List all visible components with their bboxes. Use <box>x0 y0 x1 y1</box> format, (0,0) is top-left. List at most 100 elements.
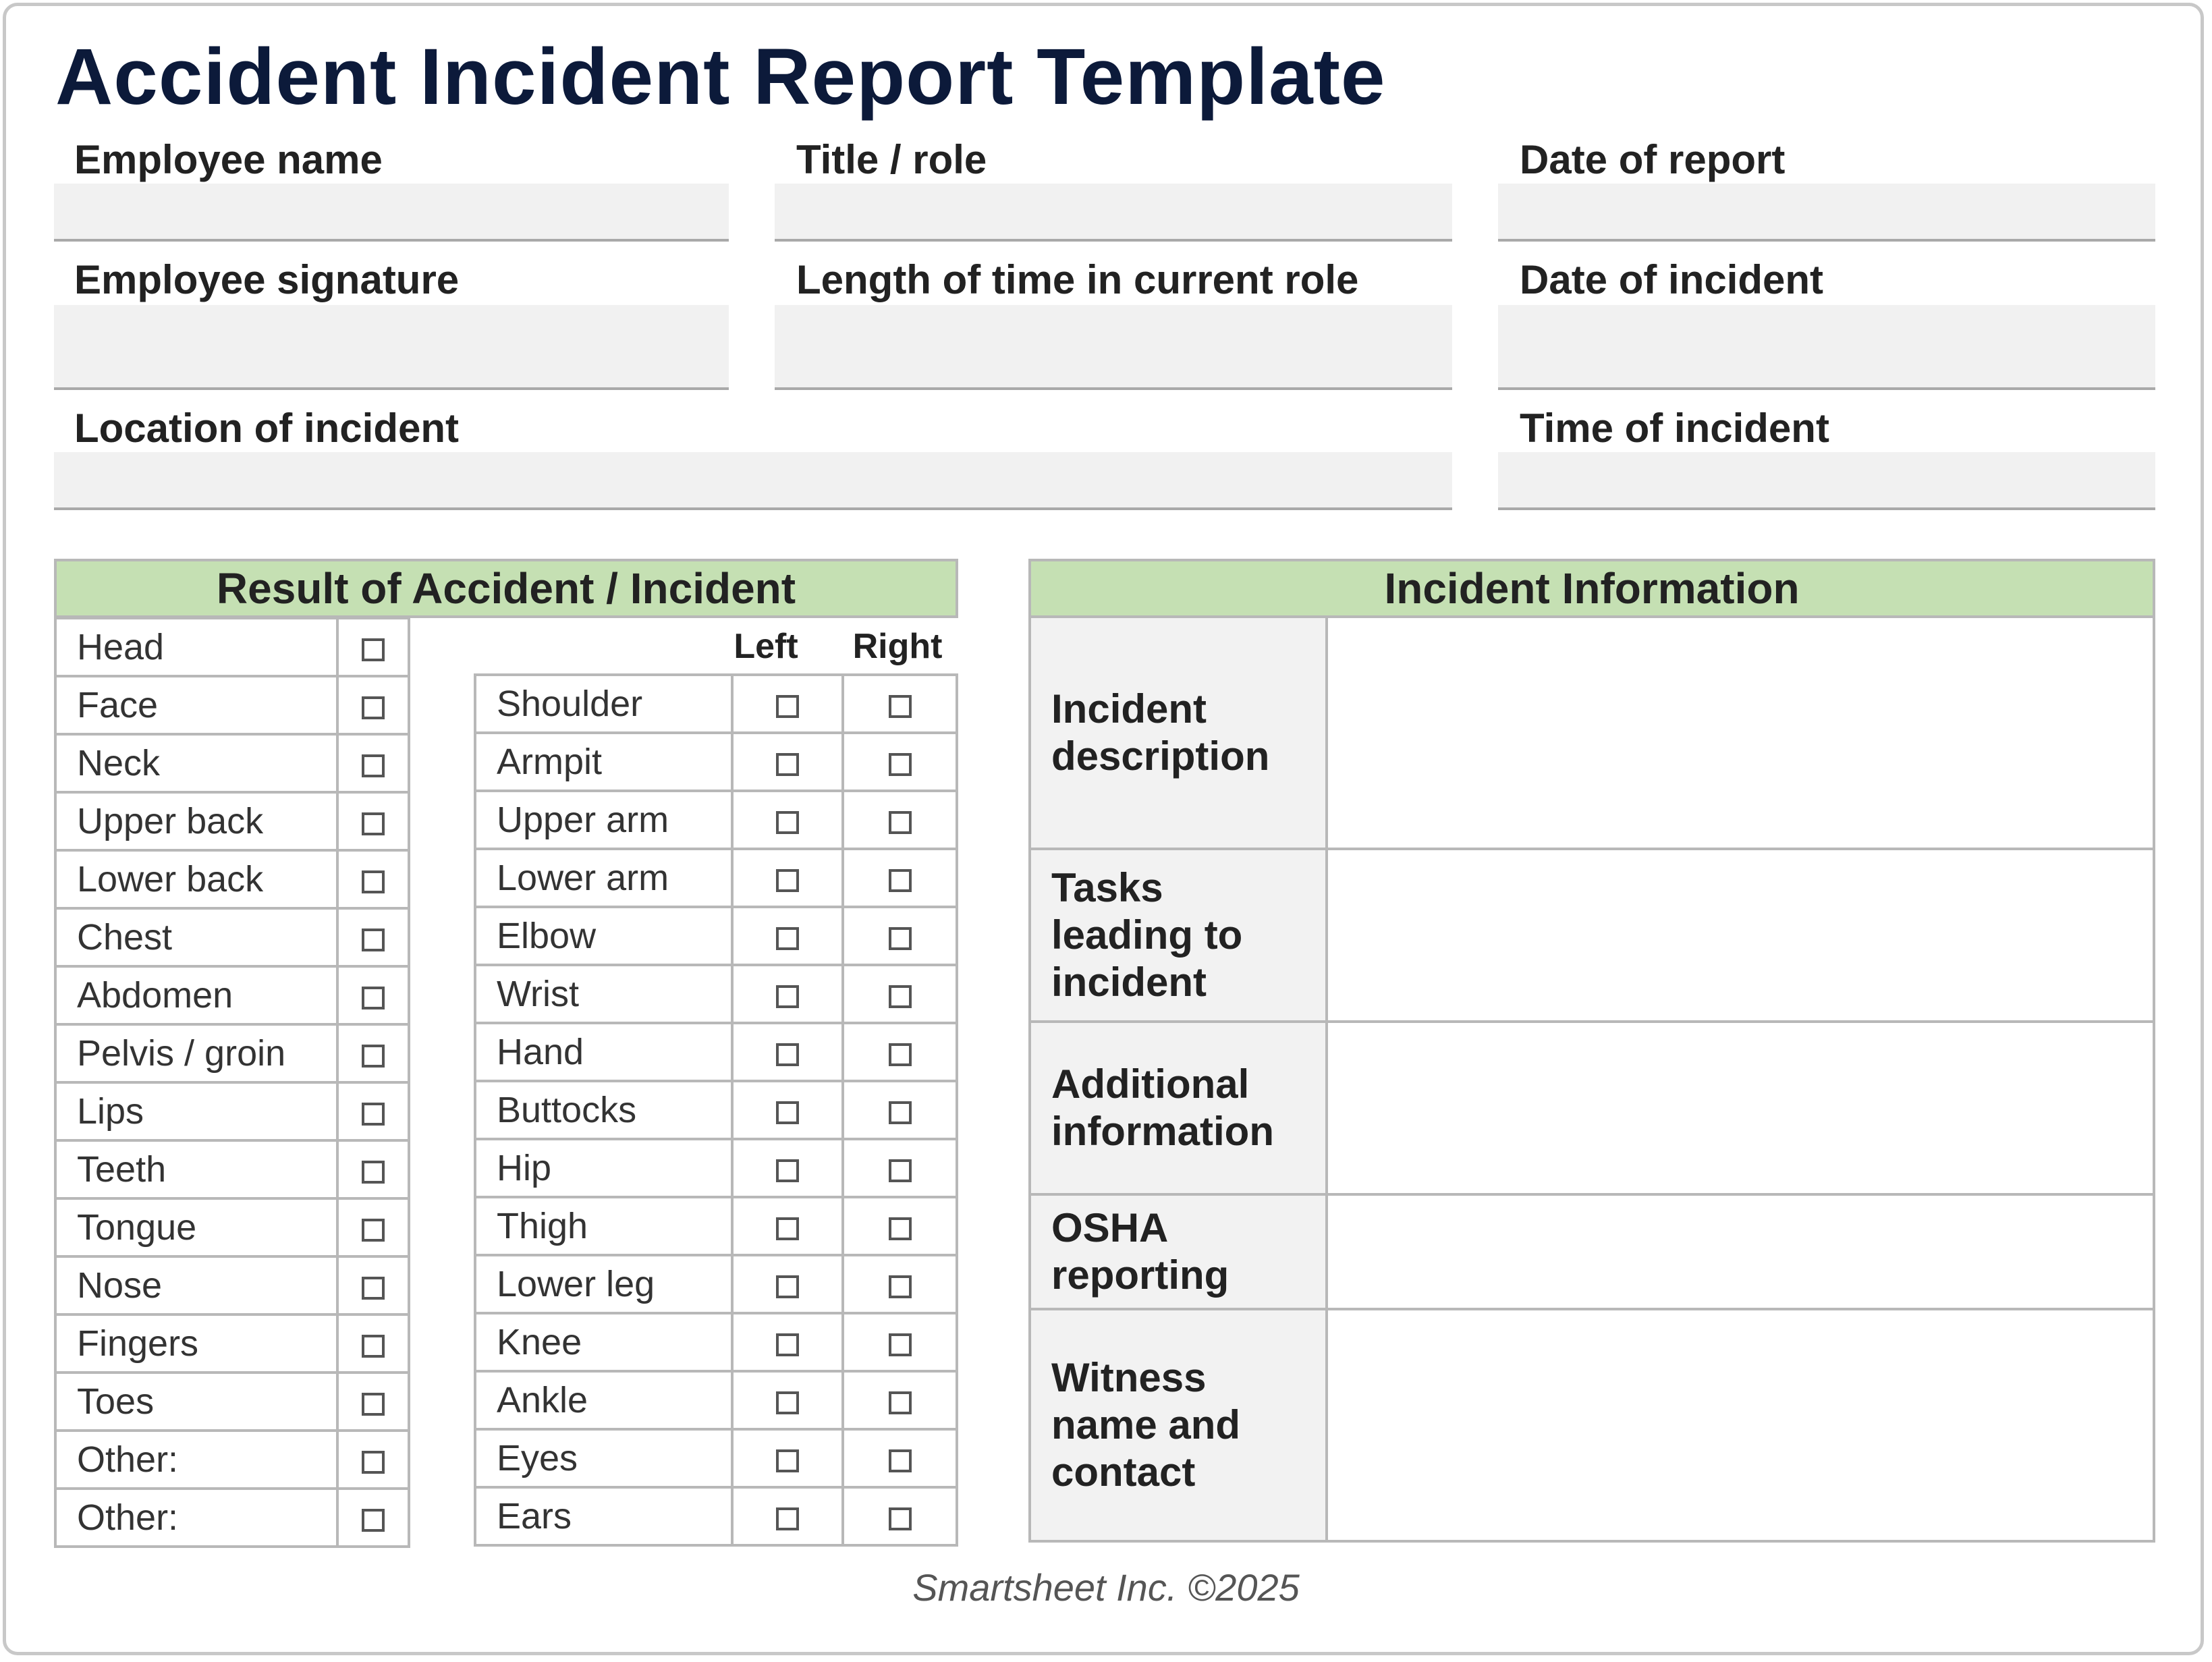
neck-2-checkbox[interactable] <box>361 754 385 777</box>
paired-item-row: Wrist <box>474 964 958 1024</box>
tongue-10-checkbox[interactable] <box>361 1218 385 1242</box>
lower-arm-left-checkbox[interactable] <box>776 868 800 892</box>
upper-arm-right-checkbox[interactable] <box>888 810 912 834</box>
face-1-checkbox[interactable] <box>361 696 385 719</box>
lower-leg-left-checkbox[interactable] <box>776 1275 800 1298</box>
hip-right-checkbox[interactable] <box>888 1159 912 1182</box>
paired-body-parts-table: Shoulder Armpit Upper arm Lower arm Elbow Wri… <box>474 673 958 1547</box>
knee-left-checkbox[interactable] <box>776 1333 800 1356</box>
single-item-row: Other: <box>54 1429 411 1490</box>
body-part-label: Ears <box>474 1486 734 1547</box>
eyes-left-checkbox[interactable] <box>776 1449 800 1472</box>
length-of-time-field[interactable] <box>775 305 1452 390</box>
lips-8-checkbox[interactable] <box>361 1102 385 1126</box>
incident-info-row: Additional information <box>1028 1020 2156 1196</box>
paired-item-row: Hip <box>474 1138 958 1198</box>
wrist-right-checkbox[interactable] <box>888 985 912 1008</box>
lower-arm-right-checkbox[interactable] <box>888 868 912 892</box>
single-item-row: Nose <box>54 1255 411 1316</box>
paired-item-row: Elbow <box>474 906 958 966</box>
toes-13-checkbox[interactable] <box>361 1392 385 1416</box>
single-item-row: Face <box>54 675 411 736</box>
teeth-9-checkbox[interactable] <box>361 1160 385 1184</box>
other-15-checkbox[interactable] <box>361 1508 385 1532</box>
location-of-incident-field[interactable] <box>54 452 1452 510</box>
eyes-right-checkbox[interactable] <box>888 1449 912 1472</box>
armpit-left-checkbox[interactable] <box>776 752 800 776</box>
pelvis-groin-7-checkbox[interactable] <box>361 1044 385 1068</box>
thigh-right-checkbox[interactable] <box>888 1217 912 1240</box>
head-0-checkbox[interactable] <box>361 638 385 661</box>
date-of-report-field[interactable] <box>1498 184 2155 242</box>
body-part-label: Buttocks <box>474 1080 734 1140</box>
incident-info-value-field[interactable] <box>1325 615 2156 850</box>
shoulder-right-checkbox[interactable] <box>888 694 912 718</box>
incident-info-row: OSHA reporting <box>1028 1193 2156 1310</box>
incident-info-label: Tasks leading to incident <box>1028 848 1328 1023</box>
elbow-left-checkbox[interactable] <box>776 926 800 950</box>
shoulder-left-checkbox[interactable] <box>776 694 800 718</box>
body-part-label: Upper back <box>54 791 339 852</box>
chest-5-checkbox[interactable] <box>361 928 385 951</box>
ankle-left-checkbox[interactable] <box>776 1391 800 1414</box>
body-part-label: Neck <box>54 733 339 794</box>
single-item-row: Toes <box>54 1371 411 1432</box>
body-part-label: Tongue <box>54 1197 339 1258</box>
fingers-12-checkbox[interactable] <box>361 1334 385 1358</box>
paired-item-row: Shoulder <box>474 673 958 734</box>
upper-back-3-checkbox[interactable] <box>361 812 385 835</box>
location-of-incident-label: Location of incident <box>74 406 459 451</box>
paired-item-row: Knee <box>474 1312 958 1373</box>
body-part-label: Upper arm <box>474 790 734 850</box>
ears-left-checkbox[interactable] <box>776 1507 800 1530</box>
hand-right-checkbox[interactable] <box>888 1043 912 1066</box>
body-part-label: Lower leg <box>474 1254 734 1314</box>
single-item-row: Upper back <box>54 791 411 852</box>
single-item-row: Teeth <box>54 1139 411 1200</box>
hand-left-checkbox[interactable] <box>776 1043 800 1066</box>
buttocks-left-checkbox[interactable] <box>776 1101 800 1124</box>
employee-signature-field[interactable] <box>54 305 729 390</box>
date-of-incident-field[interactable] <box>1498 305 2155 390</box>
buttocks-right-checkbox[interactable] <box>888 1101 912 1124</box>
incident-info-value-field[interactable] <box>1325 1193 2156 1310</box>
incident-info-value-field[interactable] <box>1325 1308 2156 1543</box>
wrist-left-checkbox[interactable] <box>776 985 800 1008</box>
employee-name-field[interactable] <box>54 184 729 242</box>
time-of-incident-field[interactable] <box>1498 452 2155 510</box>
single-item-row: Neck <box>54 733 411 794</box>
incident-info-value-field[interactable] <box>1325 848 2156 1023</box>
thigh-left-checkbox[interactable] <box>776 1217 800 1240</box>
elbow-right-checkbox[interactable] <box>888 926 912 950</box>
paired-item-row: Armpit <box>474 731 958 792</box>
paired-item-row: Eyes <box>474 1428 958 1489</box>
employee-name-label: Employee name <box>74 137 383 182</box>
upper-arm-left-checkbox[interactable] <box>776 810 800 834</box>
lower-back-4-checkbox[interactable] <box>361 870 385 893</box>
body-part-label: Face <box>54 675 339 736</box>
body-part-label: Hip <box>474 1138 734 1198</box>
paired-item-row: Hand <box>474 1022 958 1082</box>
incident-info-row: Tasks leading to incident <box>1028 848 2156 1023</box>
ears-right-checkbox[interactable] <box>888 1507 912 1530</box>
incident-info-row: Incident description <box>1028 615 2156 850</box>
abdomen-6-checkbox[interactable] <box>361 986 385 1009</box>
title-role-field[interactable] <box>775 184 1452 242</box>
hip-left-checkbox[interactable] <box>776 1159 800 1182</box>
knee-right-checkbox[interactable] <box>888 1333 912 1356</box>
result-section-header: Result of Accident / Incident <box>54 559 958 618</box>
ankle-right-checkbox[interactable] <box>888 1391 912 1414</box>
employee-signature-label: Employee signature <box>74 257 460 302</box>
body-part-label: Other: <box>54 1487 339 1548</box>
single-item-row: Lower back <box>54 849 411 910</box>
nose-11-checkbox[interactable] <box>361 1276 385 1300</box>
body-part-label: Head <box>54 617 339 677</box>
incident-info-label: Additional information <box>1028 1020 1328 1196</box>
incident-info-value-field[interactable] <box>1325 1020 2156 1196</box>
length-of-time-label: Length of time in current role <box>796 257 1359 302</box>
other-14-checkbox[interactable] <box>361 1450 385 1474</box>
armpit-right-checkbox[interactable] <box>888 752 912 776</box>
lower-leg-right-checkbox[interactable] <box>888 1275 912 1298</box>
body-part-label: Chest <box>54 907 339 968</box>
body-part-label: Teeth <box>54 1139 339 1200</box>
